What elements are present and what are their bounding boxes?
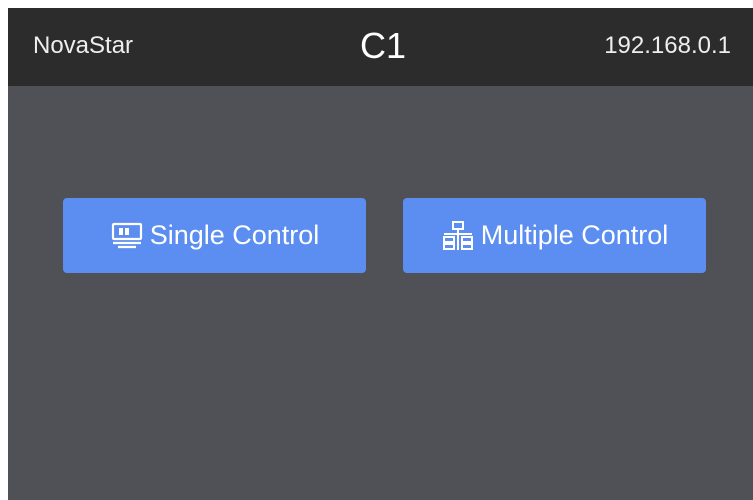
single-control-button[interactable]: Single Control	[63, 198, 366, 273]
monitor-control-icon	[110, 221, 144, 251]
single-control-label: Single Control	[149, 220, 320, 250]
device-screen: NovaStar C1 192.168.0.1 Single Control M…	[8, 8, 753, 500]
brand-name: NovaStar	[33, 32, 134, 59]
device-name: C1	[360, 25, 407, 66]
top-bar: NovaStar C1 192.168.0.1	[8, 8, 753, 86]
ip-address: 192.168.0.1	[604, 32, 731, 59]
network-hierarchy-icon	[441, 220, 475, 251]
multiple-control-button[interactable]: Multiple Control	[403, 198, 706, 273]
multiple-control-label: Multiple Control	[480, 220, 669, 250]
